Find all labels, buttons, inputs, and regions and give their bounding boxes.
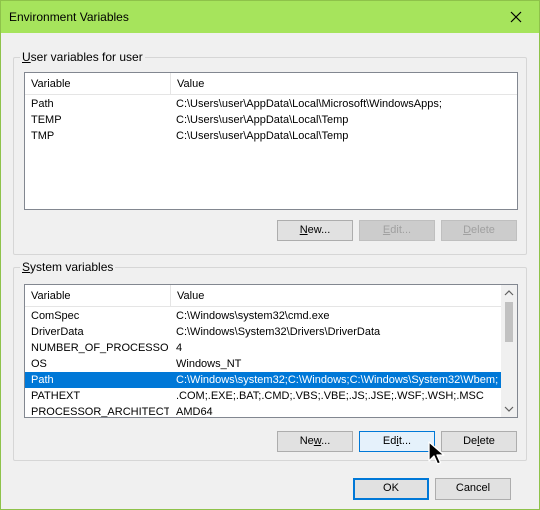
variable-value: 4 [176, 342, 183, 354]
variable-value: C:\Users\user\AppData\Local\Temp [176, 114, 349, 126]
variable-value: Windows_NT [176, 358, 242, 370]
system-variables-list[interactable]: Variable Value ComSpec C:\Windows\system… [24, 284, 518, 418]
variable-value: C:\Windows\system32\cmd.exe [176, 310, 330, 322]
list-header: Variable Value [25, 285, 501, 307]
list-item[interactable]: OS Windows_NT [25, 356, 501, 372]
variable-name: Path [31, 98, 54, 110]
list-item[interactable]: TMP C:\Users\user\AppData\Local\Temp [25, 128, 517, 144]
variable-value: C:\Windows\System32\Drivers\DriverData [176, 326, 381, 338]
system-edit-button[interactable]: Edit... [359, 431, 435, 452]
system-delete-button[interactable]: Delete [441, 431, 517, 452]
variable-name: TEMP [31, 114, 62, 126]
variable-name: ComSpec [31, 310, 80, 322]
close-icon [510, 11, 522, 23]
user-variables-group: User variables for user Variable Value P… [13, 50, 527, 255]
variable-name: Path [31, 374, 54, 386]
list-item[interactable]: PATHEXT .COM;.EXE;.BAT;.CMD;.VBS;.VBE;.J… [25, 388, 501, 404]
mouse-cursor-icon [428, 441, 445, 465]
column-header-variable[interactable]: Variable [25, 73, 170, 95]
list-item[interactable]: ComSpec C:\Windows\system32\cmd.exe [25, 308, 501, 324]
list-item[interactable]: NUMBER_OF_PROCESSORS 4 [25, 340, 501, 356]
list-item[interactable]: TEMP C:\Users\user\AppData\Local\Temp [25, 112, 517, 128]
title-bar[interactable]: Environment Variables [1, 1, 539, 33]
column-header-variable[interactable]: Variable [25, 285, 170, 307]
variable-value: AMD64 [176, 406, 213, 418]
variable-name: OS [31, 358, 47, 370]
list-item[interactable]: PROCESSOR_ARCHITECTURE AMD64 [25, 404, 501, 418]
list-item-selected[interactable]: Path C:\Windows\system32;C:\Windows;C:\W… [25, 372, 501, 388]
window-title: Environment Variables [9, 10, 129, 24]
list-header: Variable Value [25, 73, 517, 95]
scroll-up-icon[interactable] [501, 285, 517, 301]
cancel-button[interactable]: Cancel [435, 478, 511, 500]
variable-name: PATHEXT [31, 390, 81, 402]
vertical-scrollbar[interactable] [501, 285, 517, 417]
system-variables-group: System variables Variable Value ComSpec … [13, 260, 527, 461]
variable-name: DriverData [31, 326, 84, 338]
user-new-button[interactable]: New... [277, 220, 353, 241]
user-variables-label: User variables for user [20, 50, 145, 64]
system-variables-label: System variables [20, 260, 116, 274]
column-header-value[interactable]: Value [171, 73, 517, 95]
column-header-value[interactable]: Value [171, 285, 501, 307]
user-edit-button[interactable]: Edit... [359, 220, 435, 241]
variable-value: C:\Users\user\AppData\Local\Microsoft\Wi… [176, 98, 442, 110]
close-button[interactable] [493, 1, 539, 33]
environment-variables-dialog: Environment Variables User variables for… [0, 0, 540, 510]
list-item[interactable]: DriverData C:\Windows\System32\Drivers\D… [25, 324, 501, 340]
variable-value: C:\Windows\system32;C:\Windows;C:\Window… [176, 374, 498, 386]
scroll-down-icon[interactable] [501, 401, 517, 417]
user-delete-button[interactable]: Delete [441, 220, 517, 241]
list-item[interactable]: Path C:\Users\user\AppData\Local\Microso… [25, 96, 517, 112]
variable-name: PROCESSOR_ARCHITECTURE [31, 406, 169, 418]
ok-button[interactable]: OK [353, 478, 429, 500]
variable-name: NUMBER_OF_PROCESSORS [31, 342, 169, 354]
variable-value: C:\Users\user\AppData\Local\Temp [176, 130, 349, 142]
scrollbar-thumb[interactable] [505, 302, 513, 342]
variable-value: .COM;.EXE;.BAT;.CMD;.VBS;.VBE;.JS;.JSE;.… [176, 390, 484, 402]
variable-name: TMP [31, 130, 55, 142]
user-variables-list[interactable]: Variable Value Path C:\Users\user\AppDat… [24, 72, 518, 210]
system-new-button[interactable]: New... [277, 431, 353, 452]
